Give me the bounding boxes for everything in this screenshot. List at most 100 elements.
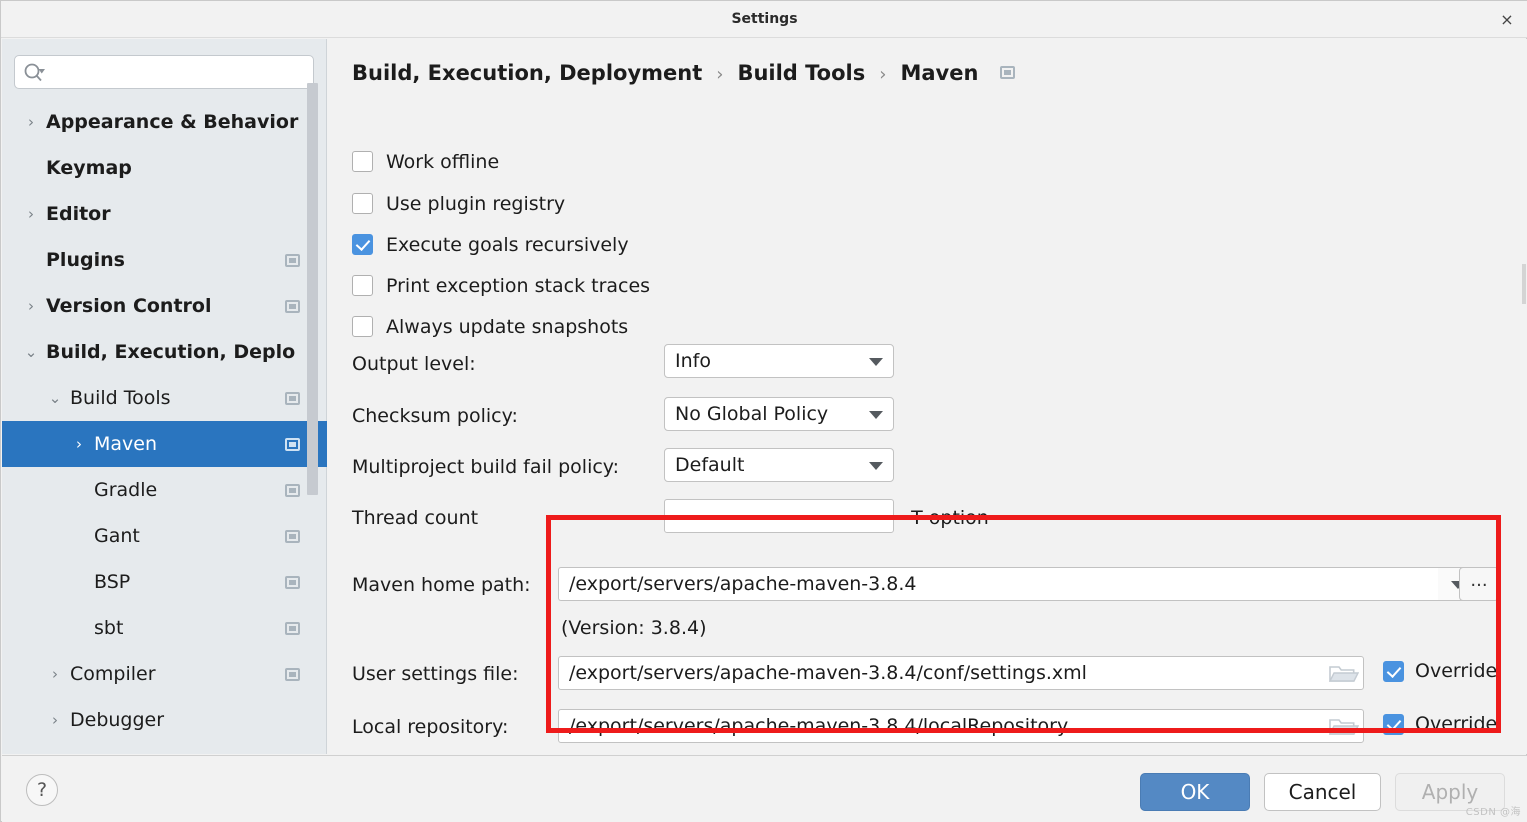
project-scope-icon xyxy=(285,530,300,543)
checkbox-label: Always update snapshots xyxy=(386,316,629,338)
project-scope-icon xyxy=(285,576,300,589)
window-titlebar: Settings × xyxy=(1,1,1527,38)
project-scope-icon xyxy=(285,254,300,267)
chevron-right-icon[interactable]: › xyxy=(46,651,64,697)
maven-settings-panel: Build, Execution, Deployment › Build Tools… xyxy=(328,39,1527,754)
local-repo-override-label: Override xyxy=(1415,713,1498,735)
local-repo-override-checkbox[interactable] xyxy=(1383,714,1404,735)
sidebar-item-gradle[interactable]: Gradle xyxy=(2,467,327,513)
user-settings-override-checkbox[interactable] xyxy=(1383,661,1404,682)
breadcrumb-item[interactable]: Build Tools xyxy=(737,61,865,85)
chevron-down-icon xyxy=(869,411,883,419)
output-level-dropdown[interactable]: Info xyxy=(664,344,894,378)
search-input[interactable] xyxy=(55,57,307,87)
maven-home-label: Maven home path: xyxy=(352,574,531,596)
local-repo-browse-icon[interactable] xyxy=(1325,710,1360,742)
checksum-policy-dropdown[interactable]: No Global Policy xyxy=(664,397,894,431)
sidebar-item-label: Editor xyxy=(46,203,111,225)
local-repo-label: Local repository: xyxy=(352,716,509,738)
breadcrumb-item[interactable]: Build, Execution, Deployment xyxy=(352,61,702,85)
checksum-policy-value: No Global Policy xyxy=(675,403,829,425)
sidebar-item-label: Build, Execution, Deplo xyxy=(46,341,296,363)
project-scope-icon xyxy=(285,438,300,451)
output-level-label: Output level: xyxy=(352,353,476,375)
sidebar-item-plugins[interactable]: Plugins xyxy=(2,237,327,283)
breadcrumb: Build, Execution, Deployment › Build Tools… xyxy=(352,53,1016,93)
chevron-right-icon[interactable]: › xyxy=(46,697,64,743)
window-title: Settings xyxy=(731,11,798,27)
sidebar-item-sbt[interactable]: sbt xyxy=(2,605,327,651)
project-scope-icon xyxy=(285,300,300,313)
sidebar-item-build-execution-deplo[interactable]: ⌄ Build, Execution, Deplo xyxy=(2,329,327,375)
sidebar-item-compiler[interactable]: › Compiler xyxy=(2,651,327,697)
chevron-right-icon[interactable]: › xyxy=(22,99,40,145)
sidebar-scrollbar-thumb[interactable] xyxy=(307,83,318,495)
chevron-right-icon[interactable]: › xyxy=(70,421,88,467)
search-icon xyxy=(23,62,49,84)
dialog-footer: ? OK Cancel Apply CSDN @海 xyxy=(2,755,1527,822)
checkbox-use-plugin-registry[interactable] xyxy=(352,193,373,214)
checkbox-work-offline[interactable] xyxy=(352,151,373,172)
output-level-value: Info xyxy=(675,350,711,372)
user-settings-input[interactable] xyxy=(567,657,1319,689)
checkbox-label: Execute goals recursively xyxy=(386,234,629,256)
chevron-right-icon[interactable]: › xyxy=(22,283,40,329)
project-scope-icon xyxy=(1000,66,1016,79)
chevron-down-icon[interactable]: ⌄ xyxy=(46,375,64,421)
sidebar-item-editor[interactable]: › Editor xyxy=(2,191,327,237)
breadcrumb-separator: › xyxy=(879,64,887,85)
settings-tree[interactable]: › Appearance & Behavior Keymap › Editor Plugi… xyxy=(2,99,327,754)
ok-button[interactable]: OK xyxy=(1140,773,1250,811)
checkbox-label: Print exception stack traces xyxy=(386,275,651,297)
breadcrumb-separator: › xyxy=(716,64,724,85)
sidebar-item-version-control[interactable]: › Version Control xyxy=(2,283,327,329)
sidebar-item-label: Plugins xyxy=(46,249,125,271)
user-settings-field[interactable] xyxy=(558,656,1364,690)
close-icon[interactable]: × xyxy=(1496,9,1518,31)
local-repo-field[interactable] xyxy=(558,709,1364,743)
cancel-button[interactable]: Cancel xyxy=(1264,773,1381,811)
thread-count-label: Thread count xyxy=(352,507,479,529)
sidebar-item-label: sbt xyxy=(94,617,124,639)
sidebar-item-bsp[interactable]: BSP xyxy=(2,559,327,605)
sidebar-item-label: Version Control xyxy=(46,295,212,317)
multiproject-policy-dropdown[interactable]: Default xyxy=(664,448,894,482)
checksum-policy-label: Checksum policy: xyxy=(352,405,518,427)
sidebar-item-keymap[interactable]: Keymap xyxy=(2,145,327,191)
thread-count-input[interactable] xyxy=(673,500,885,532)
multiproject-policy-value: Default xyxy=(675,454,745,476)
maven-home-field[interactable] xyxy=(558,567,1438,601)
checkbox-label: Use plugin registry xyxy=(386,193,566,215)
maven-home-browse-button[interactable]: ... xyxy=(1459,567,1499,601)
chevron-down-icon[interactable]: ⌄ xyxy=(22,329,40,375)
user-settings-browse-icon[interactable] xyxy=(1325,657,1360,689)
checkbox-always-update-snapshots[interactable] xyxy=(352,316,373,337)
sidebar-item-maven[interactable]: › Maven xyxy=(2,421,327,467)
user-settings-label: User settings file: xyxy=(352,663,519,685)
local-repo-input[interactable] xyxy=(567,710,1319,742)
maven-home-input[interactable] xyxy=(567,568,1429,600)
sidebar-item-label: Gradle xyxy=(94,479,158,501)
sidebar-item-label: Keymap xyxy=(46,157,132,179)
sidebar-item-label: Compiler xyxy=(70,663,156,685)
checkbox-print-exception-stack-traces[interactable] xyxy=(352,275,373,296)
thread-count-field[interactable] xyxy=(664,499,894,533)
sidebar-item-label: Build Tools xyxy=(70,387,171,409)
chevron-right-icon[interactable]: › xyxy=(22,191,40,237)
search-box[interactable] xyxy=(14,55,314,89)
sidebar-item-build-tools[interactable]: ⌄ Build Tools xyxy=(2,375,327,421)
project-scope-icon xyxy=(285,484,300,497)
project-scope-icon xyxy=(285,668,300,681)
multiproject-policy-label: Multiproject build fail policy: xyxy=(352,456,620,478)
sidebar-item-gant[interactable]: Gant xyxy=(2,513,327,559)
breadcrumb-item[interactable]: Maven xyxy=(900,61,978,85)
main-scrollbar-thumb[interactable] xyxy=(1522,264,1526,304)
chevron-down-icon xyxy=(869,358,883,366)
sidebar-item-label: Debugger xyxy=(70,709,165,731)
sidebar-item-debugger[interactable]: › Debugger xyxy=(2,697,327,743)
checkbox-execute-goals-recursively[interactable] xyxy=(352,234,373,255)
project-scope-icon xyxy=(285,622,300,635)
chevron-down-icon xyxy=(869,462,883,470)
help-icon[interactable]: ? xyxy=(26,774,58,806)
sidebar-item-appearance-behavior[interactable]: › Appearance & Behavior xyxy=(2,99,327,145)
